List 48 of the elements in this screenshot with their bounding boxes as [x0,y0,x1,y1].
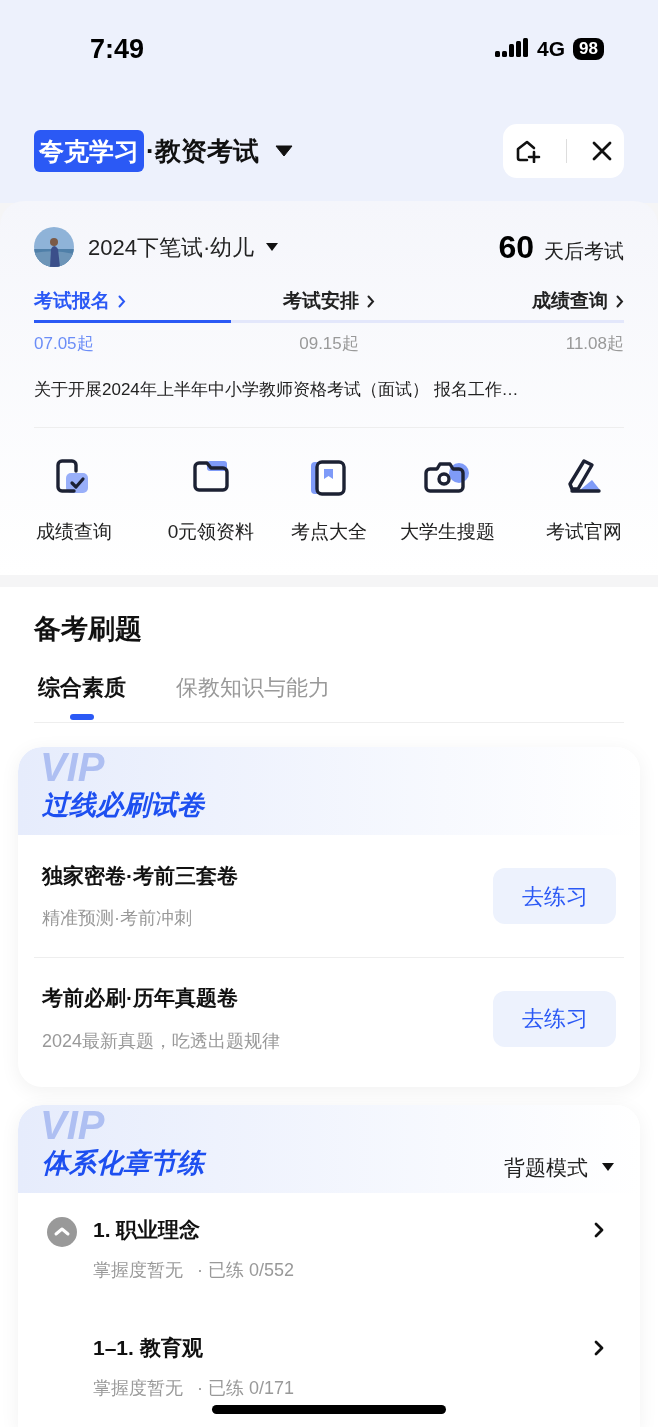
battery-icon: 98 [573,38,604,60]
shortcut-label[interactable]: 考点大全 [291,518,367,547]
mode-dropdown[interactable]: 背题模式 [504,1151,614,1183]
status-time: 7:49 [90,33,145,66]
dropdown-icon[interactable] [602,1163,614,1172]
countdown-label: 天后考试 [544,239,624,264]
add-home-icon[interactable] [515,139,542,163]
practiced-count: · 已练 0/171 [197,1377,295,1400]
step-date: 09.15起 [298,333,360,355]
paper-subtitle: 精准预测·考前冲刺 [42,907,193,931]
countdown-number: 60 [498,228,534,267]
collapse-icon[interactable] [47,1217,77,1247]
close-icon[interactable] [591,141,612,161]
chevron-right-icon[interactable] [367,295,375,308]
dropdown-icon[interactable] [266,243,279,251]
step-tab[interactable]: 考试报名 [34,283,231,323]
chapter-title[interactable]: 1–1. 教育观 [93,1333,594,1363]
network-label: 4G [537,36,566,63]
paper-title: 独家密卷·考前三套卷 [42,862,238,889]
shortcut-label[interactable]: 成绩查询 [36,518,112,547]
dropdown-icon[interactable] [274,145,293,157]
brand-logo: 夸克学习 [34,130,144,172]
mastery-text: 掌握度暂无 [93,1259,183,1282]
card-title: 过线必刷试卷 [42,788,204,822]
shortcut-label[interactable]: 0元领资料 [167,518,255,547]
step-date: 07.05起 [34,333,95,355]
notice-link[interactable]: 关于开展2024年上半年中小学教师资格考试（面试） 报名工作… [34,376,624,428]
chevron-right-icon[interactable] [616,295,624,308]
paper-title: 考前必刷·历年真题卷 [42,985,239,1012]
chapter-title[interactable]: 1. 职业理念 [93,1215,594,1245]
step-tab[interactable]: 成绩查询 [427,283,624,323]
practice-button[interactable]: 去练习 [493,990,616,1047]
subject-tab[interactable]: 综合素质 [38,671,126,722]
shortcut-label[interactable]: 考试官网 [546,518,622,547]
chevron-right-icon[interactable] [594,1340,604,1356]
vip-watermark: VIP [40,747,105,787]
practice-button[interactable]: 去练习 [493,868,616,924]
page-title: ·教资考试 [146,134,259,168]
step-date: 11.08起 [564,333,624,355]
exam-selector[interactable]: 2024下笔试·幼儿 [88,230,279,264]
section-title: 备考刷题 [34,612,143,646]
shortcut-label[interactable]: 大学生搜题 [399,518,495,547]
paper-subtitle: 2024最新真题，吃透出题规律 [42,1029,281,1053]
mastery-text: 掌握度暂无 [93,1377,183,1400]
chevron-right-icon[interactable] [594,1222,604,1238]
signal-icon [495,38,530,60]
practiced-count: · 已练 0/552 [197,1259,295,1282]
step-tab[interactable]: 考试安排 [230,283,428,323]
